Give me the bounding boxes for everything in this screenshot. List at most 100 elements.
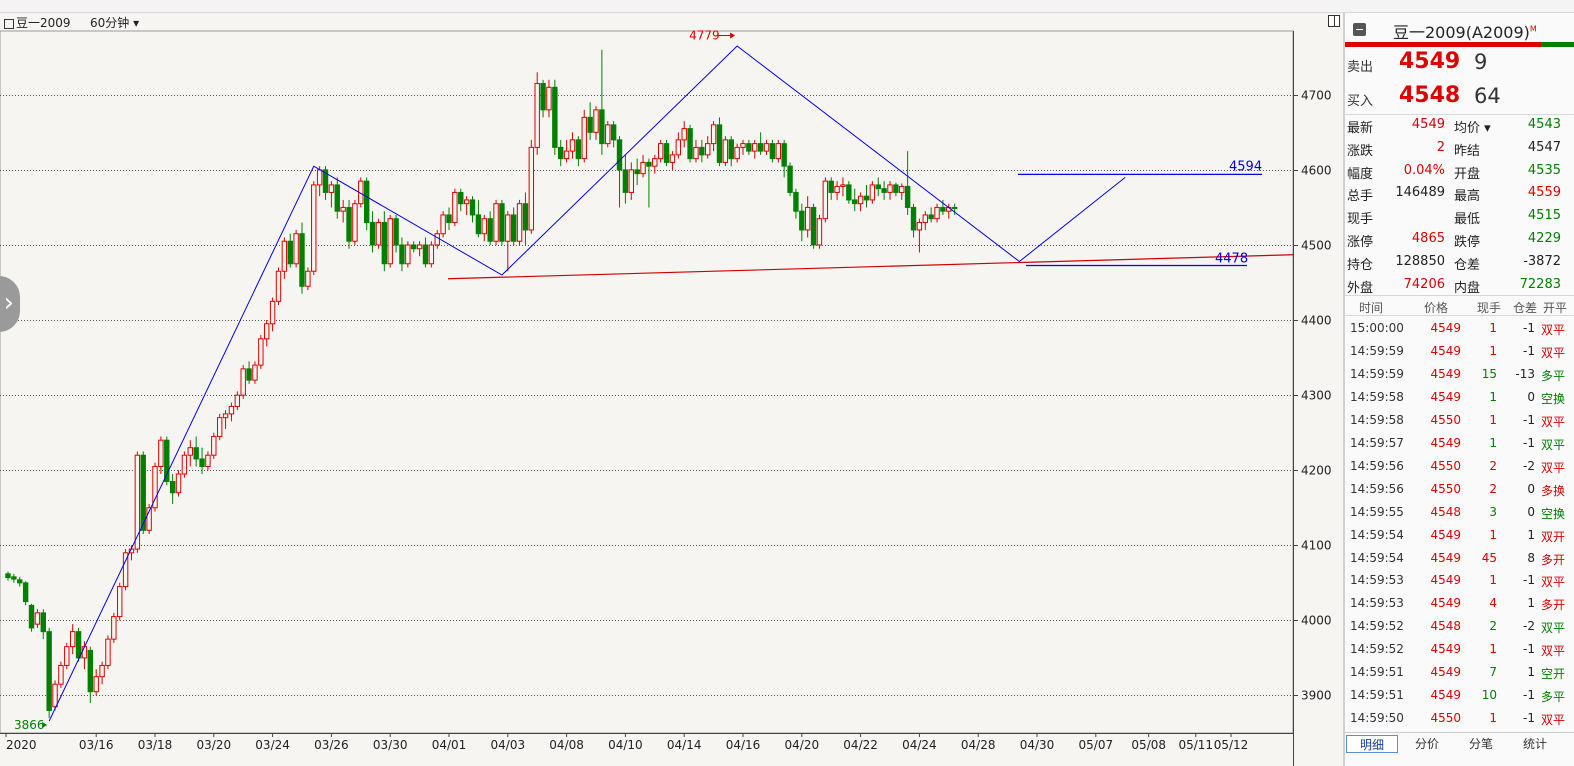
chart-symbol-label[interactable]: 豆一2009 (4, 15, 71, 31)
tick-time: 14:59:59 (1350, 343, 1404, 358)
candle-body (293, 233, 299, 265)
support-level-label: 4478 (1215, 251, 1248, 266)
tick-row[interactable]: 14:59:58 4550 1 -1 双平 (1345, 410, 1574, 433)
candle-body (652, 158, 658, 167)
candle-body (240, 368, 246, 396)
candle-body (575, 139, 582, 160)
y-tick-label: 4200 (1301, 464, 1332, 478)
candle-body (434, 233, 440, 246)
candle-body (775, 143, 781, 160)
tick-row[interactable]: 14:59:52 4549 1 -1 双平 (1345, 639, 1574, 662)
x-tick-label: 04/16 (726, 738, 761, 752)
chart-panel[interactable]: 3900 4000 4100 4200 4300 4400 4500 4600 4700 2020… (0, 13, 1344, 766)
candle-body (205, 454, 211, 467)
tick-row[interactable]: 14:59:58 4549 1 0 空换 (1345, 387, 1574, 410)
tab-tick-trades[interactable]: 分笔 (1455, 735, 1507, 753)
tick-oi-change: 0 (1527, 504, 1535, 519)
candle-body (804, 206, 811, 231)
candle-body (893, 184, 899, 193)
candlestick-chart[interactable]: 3900 4000 4100 4200 4300 4400 4500 4600 4700 2020… (0, 13, 1344, 766)
chart-symbol-icon (4, 18, 14, 29)
stat-value: 74206 (1403, 276, 1445, 292)
tick-oi-change: 0 (1527, 389, 1535, 404)
candle-body (411, 244, 417, 250)
candle-body (169, 480, 176, 494)
tick-time: 14:59:58 (1350, 412, 1404, 427)
tick-row[interactable]: 14:59:54 4549 45 8 多开 (1345, 548, 1574, 571)
tick-row[interactable]: 14:59:56 4550 2 0 多换 (1345, 479, 1574, 502)
candle-body (857, 195, 864, 205)
candle-body (687, 128, 693, 160)
tick-time: 14:59:58 (1350, 389, 1404, 404)
candle-body (281, 240, 288, 272)
tick-time: 14:59:55 (1350, 504, 1404, 519)
candle-body (928, 214, 934, 220)
candle-body (369, 221, 376, 246)
tick-row[interactable]: 14:59:53 4549 1 -1 双平 (1345, 570, 1574, 593)
candle-body (569, 139, 576, 152)
tick-oi-change: -2 (1523, 458, 1535, 473)
candle-body (140, 454, 146, 531)
tick-row[interactable]: 14:59:57 4549 1 -1 双平 (1345, 433, 1574, 456)
tick-type: 多开 (1541, 598, 1566, 613)
tick-row[interactable]: 14:59:53 4549 4 1 多开 (1345, 593, 1574, 616)
y-tick-label: 3900 (1301, 689, 1332, 703)
tick-oi-change: -1 (1523, 711, 1535, 726)
collapse-icon[interactable] (1353, 23, 1366, 36)
x-tick-label: 03/16 (79, 738, 114, 752)
candle-body (558, 146, 564, 160)
tick-row[interactable]: 14:59:50 4550 1 -1 双平 (1345, 708, 1574, 731)
tick-time: 14:59:50 (1350, 711, 1404, 726)
tab-statistics[interactable]: 统计 (1509, 735, 1561, 753)
candle-body (769, 143, 776, 160)
tick-row[interactable]: 14:59:52 4548 2 -2 双平 (1345, 616, 1574, 639)
tick-time: 14:59:59 (1350, 366, 1404, 381)
candle-body (199, 458, 205, 467)
candle-body (681, 128, 687, 141)
stat-value: 4543 (1527, 117, 1561, 132)
candle-body (781, 143, 787, 167)
stat-value: 4535 (1527, 162, 1561, 178)
tick-volume: 1 (1489, 642, 1497, 657)
stat-label: 最新 (1347, 121, 1374, 136)
tick-row[interactable]: 14:59:59 4549 15 -13 多平 (1345, 364, 1574, 387)
candle-body (904, 185, 911, 208)
tab-price-distribution[interactable]: 分价 (1401, 735, 1453, 753)
candle-body (87, 649, 94, 693)
tick-time: 14:59:56 (1350, 481, 1404, 496)
panel-toggle-icon[interactable] (1328, 15, 1340, 27)
tick-row[interactable]: 14:59:59 4549 1 -1 双平 (1345, 341, 1574, 364)
candle-body (516, 203, 523, 242)
tick-row[interactable]: 14:59:51 4549 7 1 空开 (1345, 662, 1574, 685)
candle-body (475, 214, 482, 235)
candle-body (528, 146, 535, 231)
candle-body (828, 180, 834, 193)
candle-body (493, 203, 499, 242)
candle-body (399, 244, 405, 265)
candle-body (505, 214, 511, 242)
candle-body (422, 244, 429, 265)
tick-time: 14:59:51 (1350, 665, 1404, 680)
candle-body (563, 150, 570, 160)
candle-body (352, 203, 358, 242)
tick-type: 双平 (1541, 460, 1566, 475)
tick-row[interactable]: 14:59:56 4550 2 -2 双平 (1345, 456, 1574, 479)
tick-volume: 1 (1489, 711, 1497, 726)
candle-body (628, 169, 634, 193)
tick-oi-change: -1 (1523, 343, 1535, 358)
candle-body (405, 244, 411, 265)
tick-time: 15:00:00 (1350, 321, 1404, 335)
tick-type: 空换 (1541, 391, 1566, 406)
tick-row[interactable]: 14:59:55 4548 3 0 空换 (1345, 502, 1574, 525)
tick-volume: 2 (1489, 619, 1497, 634)
candle-body (540, 83, 546, 111)
tick-row[interactable]: 15:00:00 4549 1 -1 双平 (1345, 318, 1574, 341)
tick-time: 14:59:54 (1350, 527, 1404, 542)
period-dropdown[interactable]: 60分钟 ▾ (90, 15, 139, 31)
tab-detail[interactable]: 明细 (1346, 735, 1398, 753)
tick-row[interactable]: 14:59:54 4549 1 1 双开 (1345, 525, 1574, 548)
tick-row[interactable]: 14:59:51 4549 10 -1 多平 (1345, 685, 1574, 708)
candle-body (746, 143, 752, 152)
high-annotation: 4779 (689, 29, 720, 43)
candle-body (222, 413, 229, 419)
